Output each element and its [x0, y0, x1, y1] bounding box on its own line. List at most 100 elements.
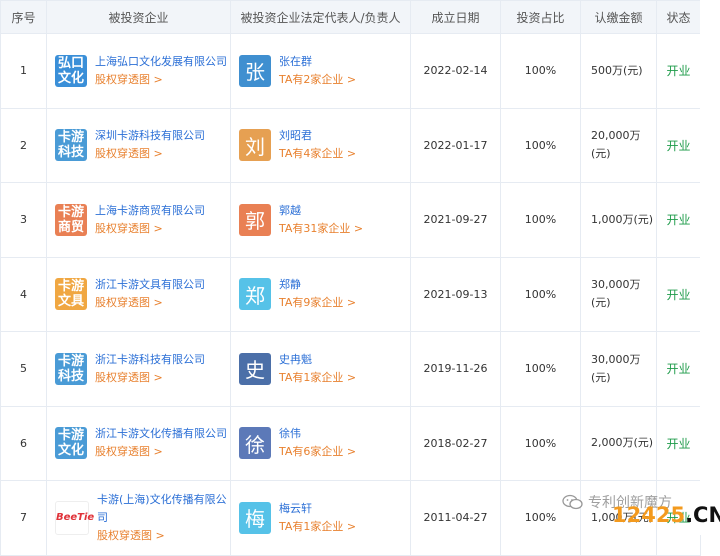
- company-logo[interactable]: 卡游 商贸: [55, 203, 87, 236]
- equity-chart-link[interactable]: 股权穿透图 >: [97, 527, 230, 545]
- table-header-row: 序号 被投资企业 被投资企业法定代表人/负责人 成立日期 投资占比 认缴金额 状…: [0, 0, 701, 34]
- company-cell: BeeTie 卡游(上海)文化传播有限公司 股权穿透图 >: [46, 480, 231, 556]
- investment-ratio: 100%: [500, 182, 581, 258]
- company-cell: 弘口 文化 上海弘口文化发展有限公司 股权穿透图 >: [46, 33, 231, 109]
- person-avatar[interactable]: 郭: [239, 203, 271, 236]
- company-logo[interactable]: 卡游 科技: [55, 352, 87, 385]
- subscribed-amount: 20,000万(元): [580, 107, 657, 183]
- company-cell: 卡游 科技 浙江卡游科技有限公司 股权穿透图 >: [46, 331, 231, 407]
- person-name-link[interactable]: 郭越: [279, 202, 363, 220]
- table-row: 5 卡游 科技 浙江卡游科技有限公司 股权穿透图 > 史 史冉魁 TA有1家企业 …: [0, 331, 701, 407]
- status-cell: 开业: [656, 107, 701, 183]
- person-avatar[interactable]: 梅: [239, 501, 271, 534]
- subscribed-amount: 1,000万(元): [580, 182, 657, 258]
- table-row: 3 卡游 商贸 上海卡游商贸有限公司 股权穿透图 > 郭 郭越 TA有31家企业 …: [0, 182, 701, 258]
- established-date: 2011-04-27: [410, 480, 501, 556]
- status-cell: 开业: [656, 405, 701, 481]
- table-row: 1 弘口 文化 上海弘口文化发展有限公司 股权穿透图 > 张 张在群 TA有2家企…: [0, 33, 701, 109]
- representative-cell: 张 张在群 TA有2家企业 >: [230, 33, 411, 109]
- established-date: 2018-02-27: [410, 405, 501, 481]
- person-name-link[interactable]: 张在群: [279, 53, 356, 71]
- row-index: 3: [0, 182, 47, 258]
- person-name-link[interactable]: 刘昭君: [279, 127, 356, 145]
- table-row: 6 卡游 文化 浙江卡游文化传播有限公司 股权穿透图 > 徐 徐伟 TA有6家企业…: [0, 405, 701, 481]
- company-logo[interactable]: 弘口 文化: [55, 54, 87, 87]
- col-header-date: 成立日期: [410, 0, 501, 34]
- equity-chart-link[interactable]: 股权穿透图 >: [95, 220, 205, 238]
- col-header-amount: 认缴金额: [580, 0, 657, 34]
- representative-cell: 刘 刘昭君 TA有4家企业 >: [230, 107, 411, 183]
- person-companies-link[interactable]: TA有2家企业 >: [279, 71, 356, 89]
- established-date: 2019-11-26: [410, 331, 501, 407]
- representative-cell: 郑 郑静 TA有9家企业 >: [230, 256, 411, 332]
- row-index: 5: [0, 331, 47, 407]
- equity-chart-link[interactable]: 股权穿透图 >: [95, 369, 205, 387]
- equity-chart-link[interactable]: 股权穿透图 >: [95, 294, 205, 312]
- representative-cell: 徐 徐伟 TA有6家企业 >: [230, 405, 411, 481]
- company-cell: 卡游 文化 浙江卡游文化传播有限公司 股权穿透图 >: [46, 405, 231, 481]
- person-companies-link[interactable]: TA有1家企业 >: [279, 518, 356, 536]
- investment-ratio: 100%: [500, 480, 581, 556]
- company-logo[interactable]: 卡游 文具: [55, 278, 87, 311]
- company-logo[interactable]: 卡游 科技: [55, 129, 87, 162]
- person-companies-link[interactable]: TA有9家企业 >: [279, 294, 356, 312]
- col-header-representative: 被投资企业法定代表人/负责人: [230, 0, 411, 34]
- subscribed-amount: 30,000万(元): [580, 331, 657, 407]
- equity-chart-link[interactable]: 股权穿透图 >: [95, 443, 227, 461]
- person-avatar[interactable]: 史: [239, 352, 271, 385]
- status-badge: 开业: [666, 213, 691, 228]
- company-name-link[interactable]: 浙江卡游科技有限公司: [95, 351, 205, 369]
- person-avatar[interactable]: 郑: [239, 278, 271, 311]
- company-logo[interactable]: BeeTie: [55, 500, 94, 535]
- equity-chart-link[interactable]: 股权穿透图 >: [95, 71, 227, 89]
- company-name-link[interactable]: 深圳卡游科技有限公司: [95, 127, 205, 145]
- status-badge: 开业: [666, 362, 691, 377]
- person-avatar[interactable]: 张: [239, 54, 271, 87]
- person-avatar[interactable]: 刘: [239, 129, 271, 162]
- investment-table: 序号 被投资企业 被投资企业法定代表人/负责人 成立日期 投资占比 认缴金额 状…: [0, 0, 701, 556]
- person-companies-link[interactable]: TA有1家企业 >: [279, 369, 356, 387]
- equity-chart-link[interactable]: 股权穿透图 >: [95, 145, 205, 163]
- col-header-status: 状态: [656, 0, 701, 34]
- row-index: 6: [0, 405, 47, 481]
- company-cell: 卡游 商贸 上海卡游商贸有限公司 股权穿透图 >: [46, 182, 231, 258]
- investment-ratio: 100%: [500, 405, 581, 481]
- company-name-link[interactable]: 卡游(上海)文化传播有限公司: [97, 491, 230, 527]
- company-logo[interactable]: 卡游 文化: [55, 427, 87, 460]
- table-row: 4 卡游 文具 浙江卡游文具有限公司 股权穿透图 > 郑 郑静 TA有9家企业 >…: [0, 256, 701, 332]
- investment-ratio: 100%: [500, 256, 581, 332]
- person-name-link[interactable]: 郑静: [279, 276, 356, 294]
- status-badge: 开业: [666, 287, 691, 302]
- company-name-link[interactable]: 上海弘口文化发展有限公司: [95, 53, 227, 71]
- status-badge: 开业: [666, 138, 691, 153]
- row-index: 1: [0, 33, 47, 109]
- person-name-link[interactable]: 梅云轩: [279, 500, 356, 518]
- person-avatar[interactable]: 徐: [239, 427, 271, 460]
- row-index: 2: [0, 107, 47, 183]
- right-gutter: [700, 0, 720, 535]
- watermark-domain: 12425.CN: [612, 503, 720, 527]
- row-index: 4: [0, 256, 47, 332]
- col-header-no: 序号: [0, 0, 47, 34]
- representative-cell: 郭 郭越 TA有31家企业 >: [230, 182, 411, 258]
- subscribed-amount: 500万(元): [580, 33, 657, 109]
- established-date: 2021-09-13: [410, 256, 501, 332]
- established-date: 2022-02-14: [410, 33, 501, 109]
- company-cell: 卡游 科技 深圳卡游科技有限公司 股权穿透图 >: [46, 107, 231, 183]
- company-cell: 卡游 文具 浙江卡游文具有限公司 股权穿透图 >: [46, 256, 231, 332]
- person-companies-link[interactable]: TA有4家企业 >: [279, 145, 356, 163]
- company-name-link[interactable]: 浙江卡游文化传播有限公司: [95, 425, 227, 443]
- wechat-icon: [562, 494, 584, 510]
- person-name-link[interactable]: 徐伟: [279, 425, 356, 443]
- representative-cell: 史 史冉魁 TA有1家企业 >: [230, 331, 411, 407]
- status-cell: 开业: [656, 331, 701, 407]
- company-name-link[interactable]: 浙江卡游文具有限公司: [95, 276, 205, 294]
- person-companies-link[interactable]: TA有6家企业 >: [279, 443, 356, 461]
- investment-ratio: 100%: [500, 33, 581, 109]
- status-cell: 开业: [656, 182, 701, 258]
- person-companies-link[interactable]: TA有31家企业 >: [279, 220, 363, 238]
- company-name-link[interactable]: 上海卡游商贸有限公司: [95, 202, 205, 220]
- col-header-ratio: 投资占比: [500, 0, 581, 34]
- representative-cell: 梅 梅云轩 TA有1家企业 >: [230, 480, 411, 556]
- person-name-link[interactable]: 史冉魁: [279, 351, 356, 369]
